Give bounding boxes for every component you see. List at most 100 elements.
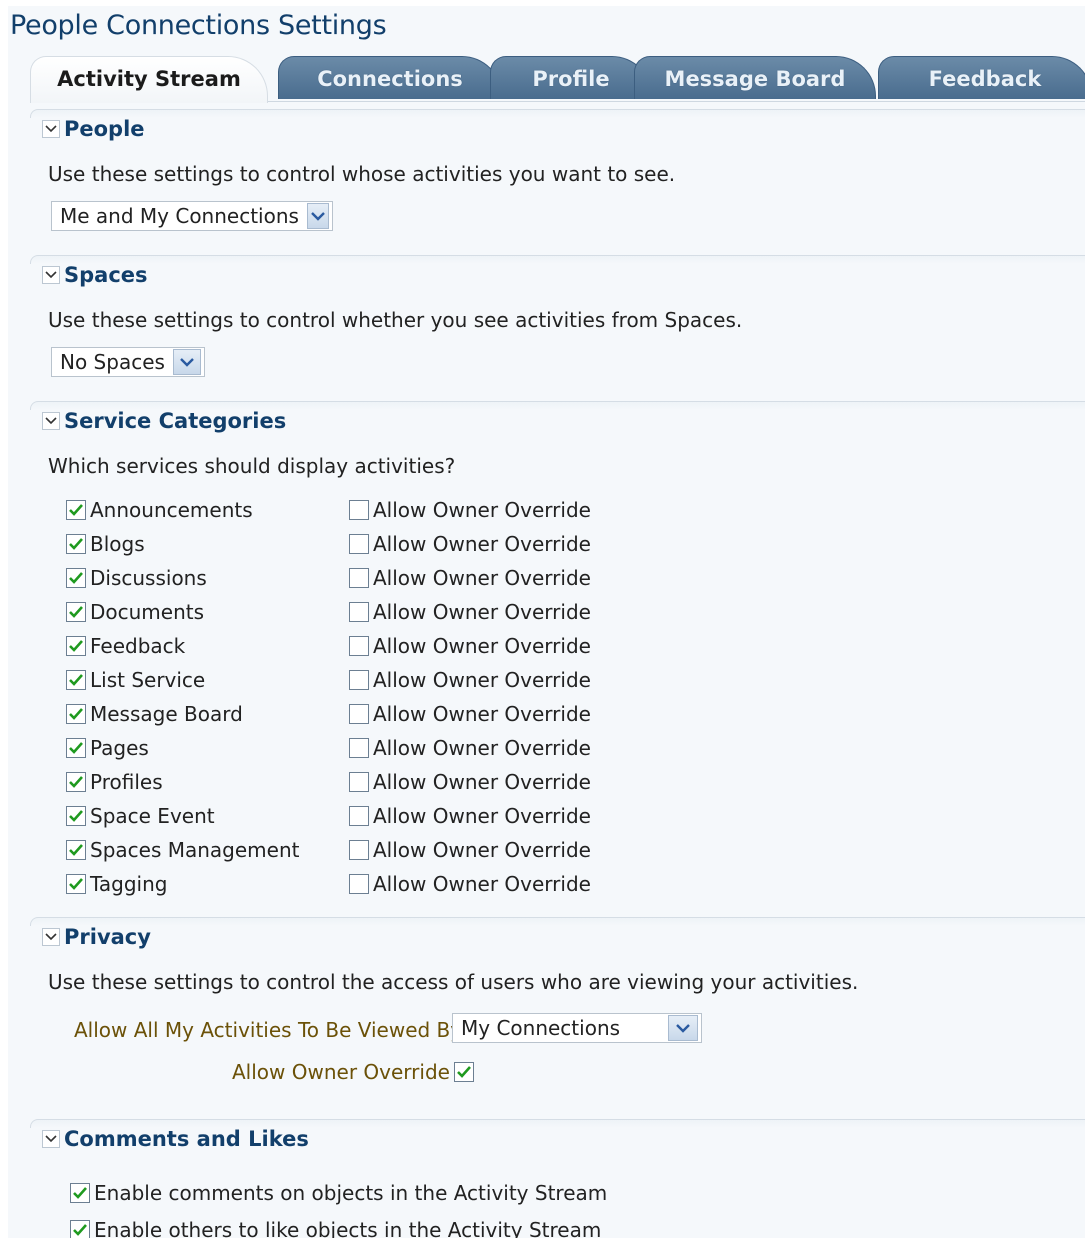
service-label: Profiles: [90, 770, 163, 794]
chevron-down-icon[interactable]: [42, 928, 60, 946]
viewed-by-select[interactable]: My Connections: [452, 1013, 702, 1043]
chevron-down-icon[interactable]: [42, 266, 60, 284]
section-title: Privacy: [64, 925, 151, 949]
override-checkbox[interactable]: [349, 602, 369, 622]
enable-likes-checkbox[interactable]: [70, 1220, 90, 1238]
chevron-down-icon[interactable]: [42, 1130, 60, 1148]
override-label: Allow Owner Override: [373, 634, 591, 658]
tab-feedback[interactable]: Feedback: [878, 56, 1085, 99]
service-checkbox[interactable]: [66, 738, 86, 758]
override-option[interactable]: Allow Owner Override: [349, 498, 591, 522]
override-option[interactable]: Allow Owner Override: [349, 566, 591, 590]
override-checkbox[interactable]: [349, 874, 369, 894]
enable-comments-row[interactable]: Enable comments on objects in the Activi…: [70, 1181, 607, 1205]
service-checkbox[interactable]: [66, 806, 86, 826]
tab-bar: Activity Stream Connections Profile Mess…: [30, 56, 1085, 103]
service-checkbox[interactable]: [66, 704, 86, 724]
override-option[interactable]: Allow Owner Override: [349, 770, 591, 794]
enable-likes-row[interactable]: Enable others to like objects in the Act…: [70, 1218, 601, 1238]
checkmark-icon: [69, 640, 83, 652]
tab-activity-stream[interactable]: Activity Stream: [30, 56, 268, 103]
service-label: Space Event: [90, 804, 215, 828]
checkmark-icon: [69, 708, 83, 720]
settings-page: People Connections Settings Activity Str…: [8, 6, 1085, 1238]
select-value: My Connections: [461, 1016, 621, 1040]
override-option[interactable]: Allow Owner Override: [349, 736, 591, 760]
section-title: Spaces: [64, 263, 148, 287]
override-label: Allow Owner Override: [373, 838, 591, 862]
services-question: Which services should display activities…: [48, 454, 456, 478]
override-checkbox[interactable]: [349, 568, 369, 588]
section-title: People: [64, 117, 145, 141]
override-checkbox[interactable]: [349, 806, 369, 826]
service-row: Space Event Allow Owner Override: [66, 799, 626, 833]
override-checkbox[interactable]: [349, 738, 369, 758]
override-label: Allow Owner Override: [373, 872, 591, 896]
service-label: Spaces Management: [90, 838, 300, 862]
service-checkbox[interactable]: [66, 874, 86, 894]
tab-profile[interactable]: Profile: [490, 56, 652, 99]
chevron-down-icon[interactable]: [42, 120, 60, 138]
checkmark-icon: [69, 538, 83, 550]
dropdown-arrow-icon[interactable]: [172, 349, 201, 375]
section-header-privacy[interactable]: Privacy: [42, 923, 151, 951]
service-row: Spaces Management Allow Owner Override: [66, 833, 626, 867]
section-header-comments-likes[interactable]: Comments and Likes: [42, 1125, 309, 1153]
tab-message-board[interactable]: Message Board: [634, 56, 876, 99]
override-option[interactable]: Allow Owner Override: [349, 668, 591, 692]
override-label: Allow Owner Override: [373, 566, 591, 590]
tab-connections[interactable]: Connections: [278, 56, 502, 99]
override-option[interactable]: Allow Owner Override: [349, 532, 591, 556]
checkmark-icon: [69, 504, 83, 516]
override-checkbox[interactable]: [349, 840, 369, 860]
service-checkbox[interactable]: [66, 500, 86, 520]
override-option[interactable]: Allow Owner Override: [349, 804, 591, 828]
service-row: Discussions Allow Owner Override: [66, 561, 626, 595]
override-label: Allow Owner Override: [373, 532, 591, 556]
service-checkbox[interactable]: [66, 840, 86, 860]
privacy-override-checkbox[interactable]: [454, 1062, 474, 1082]
service-checkbox[interactable]: [66, 602, 86, 622]
service-row: Documents Allow Owner Override: [66, 595, 626, 629]
enable-likes-label: Enable others to like objects in the Act…: [94, 1218, 602, 1238]
section-header-spaces[interactable]: Spaces: [42, 261, 148, 289]
section-divider: [30, 255, 1085, 264]
override-checkbox[interactable]: [349, 772, 369, 792]
override-option[interactable]: Allow Owner Override: [349, 600, 591, 624]
override-checkbox[interactable]: [349, 500, 369, 520]
service-checkbox[interactable]: [66, 772, 86, 792]
override-checkbox[interactable]: [349, 670, 369, 690]
section-header-people[interactable]: People: [42, 115, 145, 143]
service-checkbox[interactable]: [66, 670, 86, 690]
override-option[interactable]: Allow Owner Override: [349, 634, 591, 658]
override-label: Allow Owner Override: [373, 804, 591, 828]
section-divider: [30, 917, 1085, 926]
service-label: Feedback: [90, 634, 186, 658]
privacy-override-label: Allow Owner Override: [232, 1060, 450, 1084]
section-privacy: Privacy Use these settings to control th…: [30, 917, 1085, 1117]
service-checkbox[interactable]: [66, 568, 86, 588]
enable-comments-checkbox[interactable]: [70, 1183, 90, 1203]
dropdown-arrow-icon[interactable]: [306, 203, 329, 229]
override-option[interactable]: Allow Owner Override: [349, 872, 591, 896]
checkmark-icon: [69, 810, 83, 822]
override-option[interactable]: Allow Owner Override: [349, 702, 591, 726]
section-title: Comments and Likes: [64, 1127, 309, 1151]
chevron-down-icon[interactable]: [42, 412, 60, 430]
section-header-service-categories[interactable]: Service Categories: [42, 407, 286, 435]
dropdown-arrow-icon[interactable]: [668, 1015, 698, 1041]
service-checkbox[interactable]: [66, 534, 86, 554]
service-label: Documents: [90, 600, 205, 624]
people-select[interactable]: Me and My Connections: [51, 201, 333, 231]
service-checkbox[interactable]: [66, 636, 86, 656]
service-row: Tagging Allow Owner Override: [66, 867, 626, 901]
override-checkbox[interactable]: [349, 636, 369, 656]
override-option[interactable]: Allow Owner Override: [349, 838, 591, 862]
spaces-select[interactable]: No Spaces: [51, 347, 205, 377]
override-checkbox[interactable]: [349, 534, 369, 554]
override-checkbox[interactable]: [349, 704, 369, 724]
section-title: Service Categories: [64, 409, 287, 433]
page-title: People Connections Settings: [10, 10, 387, 41]
service-row: List Service Allow Owner Override: [66, 663, 626, 697]
checkmark-icon: [69, 878, 83, 890]
